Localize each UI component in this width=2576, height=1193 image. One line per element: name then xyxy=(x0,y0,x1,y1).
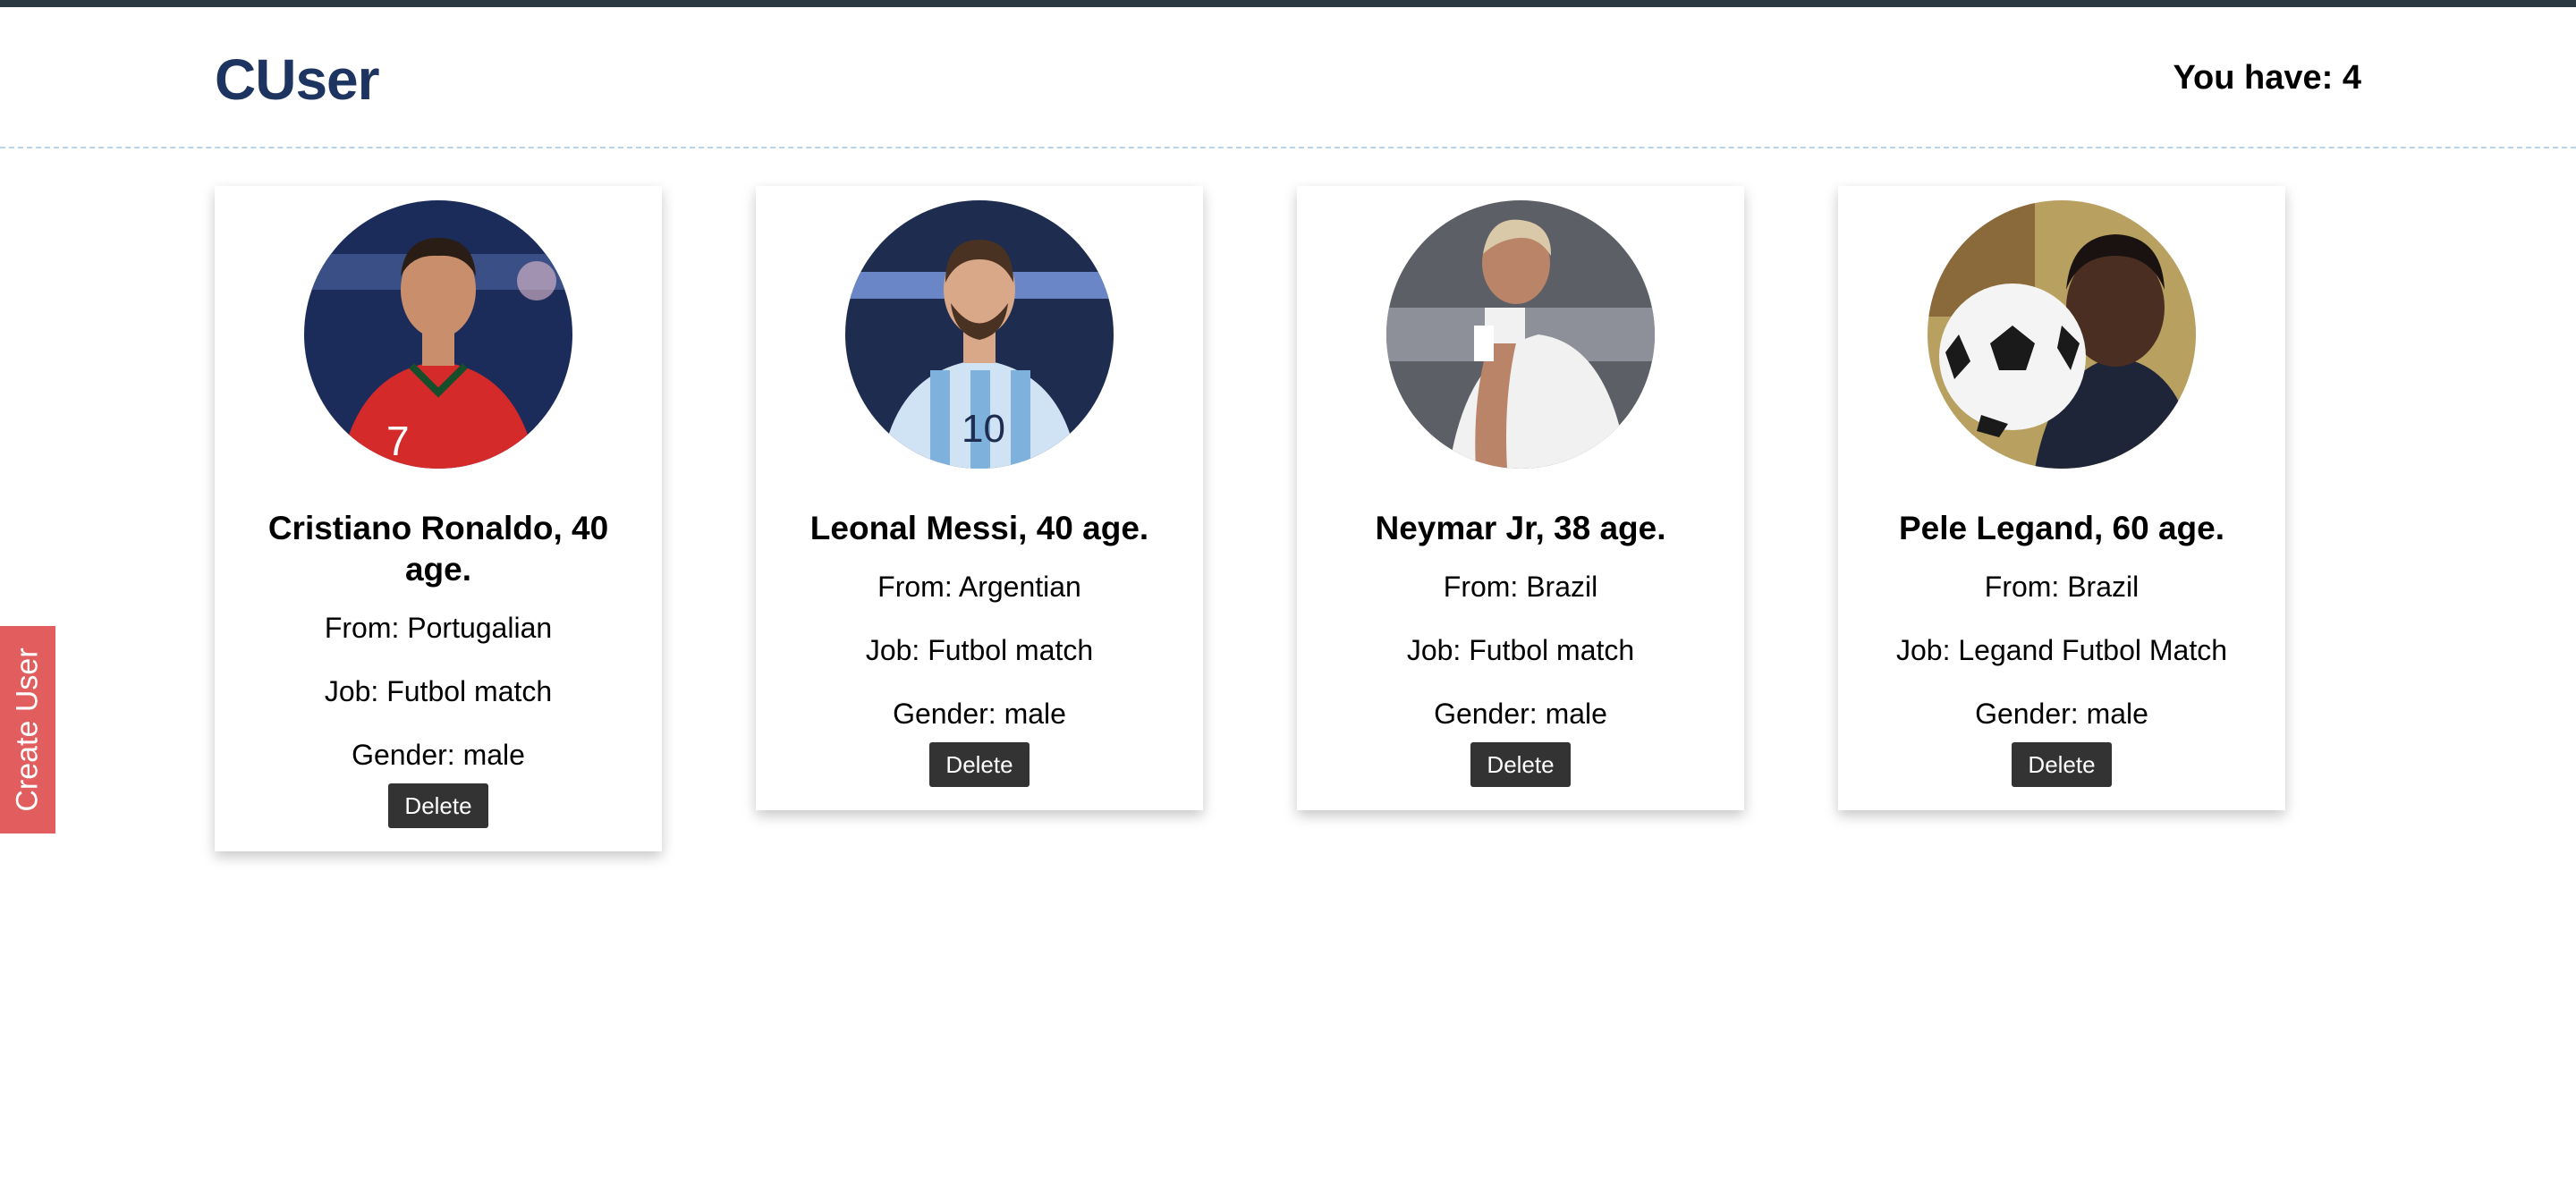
user-card: 10 Leonal Messi, 40 age. From: Argentian… xyxy=(756,186,1203,810)
user-from: From: Brazil xyxy=(1443,571,1598,603)
app-logo[interactable]: CUser xyxy=(215,47,380,113)
delete-button[interactable]: Delete xyxy=(388,783,488,828)
user-name: Leonal Messi, 40 age. xyxy=(809,510,1149,546)
header: CUser You have: 4 xyxy=(0,7,2576,148)
user-job: Job: Futbol match xyxy=(865,634,1094,666)
user-avatar: 10 xyxy=(845,200,1114,469)
user-job: Job: Legand Futbol Match xyxy=(1895,634,2227,666)
user-card: Neymar Jr, 38 age. From: Brazil Job: Fut… xyxy=(1297,186,1744,810)
delete-button[interactable]: Delete xyxy=(929,742,1030,787)
delete-button[interactable]: Delete xyxy=(2012,742,2112,787)
create-user-label: Create User xyxy=(10,647,45,812)
user-name: Neymar Jr, 38 age. xyxy=(1375,510,1666,546)
user-count: You have: 4 xyxy=(2173,59,2361,97)
user-gender: Gender: male xyxy=(1975,698,2148,730)
user-avatar: 7 xyxy=(304,200,572,469)
svg-text:10: 10 xyxy=(962,407,1005,451)
user-from: From: Brazil xyxy=(1984,571,2140,603)
user-from: From: Argentian xyxy=(877,571,1081,603)
user-gender: Gender: male xyxy=(1434,698,1607,730)
user-from: From: Portugalian xyxy=(324,612,553,644)
user-avatar xyxy=(1928,200,2196,469)
user-avatar xyxy=(1386,200,1655,469)
user-card-list: 7 Cristiano Ronaldo, 40 age. From: Portu… xyxy=(215,186,2361,901)
top-accent-bar xyxy=(0,0,2576,7)
user-card: Pele Legand, 60 age. From: Brazil Job: L… xyxy=(1838,186,2285,810)
delete-button[interactable]: Delete xyxy=(1470,742,1571,787)
create-user-button[interactable]: Create User xyxy=(0,626,55,833)
user-job: Job: Futbol match xyxy=(324,675,553,707)
user-name: Pele Legand, 60 age. xyxy=(1899,510,2224,546)
user-card: 7 Cristiano Ronaldo, 40 age. From: Portu… xyxy=(215,186,662,851)
user-job: Job: Futbol match xyxy=(1406,634,1635,666)
user-gender: Gender: male xyxy=(352,739,525,771)
svg-text:7: 7 xyxy=(386,418,410,464)
user-name: Cristiano Ronaldo, 40 age. xyxy=(267,510,609,588)
user-gender: Gender: male xyxy=(893,698,1066,730)
